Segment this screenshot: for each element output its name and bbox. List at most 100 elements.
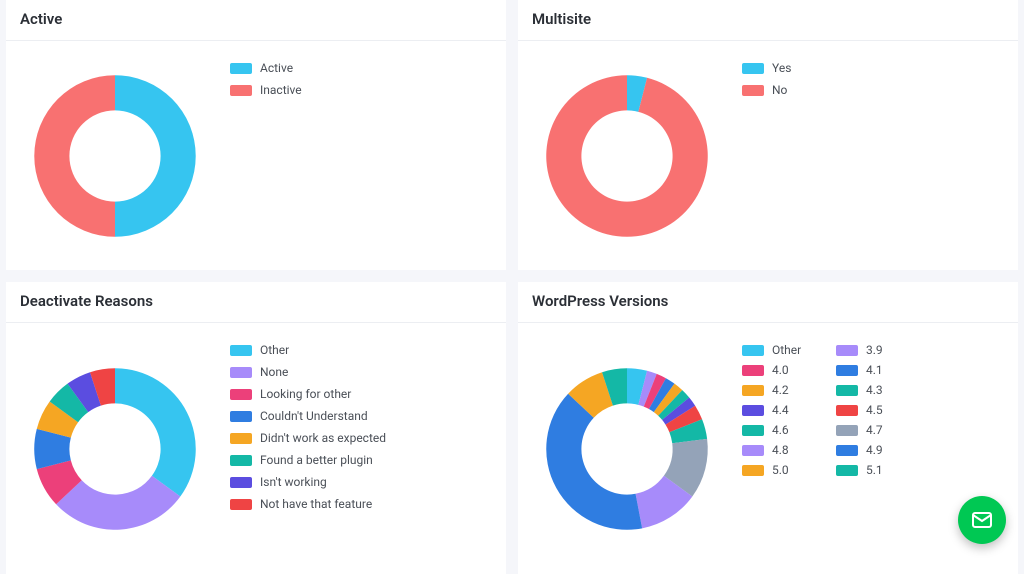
dashboard-grid: Active ActiveInactive Multisite YesNo De… [0, 0, 1024, 574]
legend-item[interactable]: 4.9 [836, 441, 916, 459]
legend-label: Inactive [260, 81, 302, 99]
donut-slice[interactable] [546, 75, 708, 236]
legend-swatch [230, 367, 252, 378]
legend-swatch [230, 411, 252, 422]
donut-slice[interactable] [115, 75, 196, 237]
legend-label: Yes [772, 59, 791, 77]
legend-item[interactable]: 4.5 [836, 401, 916, 419]
legend-active: Active Inactive [230, 59, 302, 99]
card-active: Active Active Inactive [6, 0, 506, 270]
legend-item[interactable]: 3.9 [836, 341, 916, 359]
legend-swatch [230, 63, 252, 74]
legend-label: 4.4 [772, 401, 789, 419]
card-deactivate: Deactivate Reasons Other None Looking for … [6, 282, 506, 574]
legend-deactivate: Other None Looking for other Couldn't Under… [230, 341, 386, 513]
legend-label: Other [772, 341, 801, 359]
legend-swatch [836, 425, 858, 436]
legend-label: Isn't working [260, 473, 327, 491]
legend-swatch [742, 465, 764, 476]
legend-swatch [836, 465, 858, 476]
legend-item[interactable]: 4.0 [742, 361, 822, 379]
card-body: Other None Looking for other Couldn't Under… [6, 323, 506, 574]
donut-multisite [532, 61, 722, 251]
legend-item[interactable]: Didn't work as expected [230, 429, 386, 447]
legend-label: Looking for other [260, 385, 351, 403]
card-versions: WordPress Versions Other 3.9 4.0 4.1 4.2 4.3 4… [518, 282, 1018, 574]
legend-swatch [230, 455, 252, 466]
card-title: WordPress Versions [518, 282, 1018, 323]
legend-swatch [742, 405, 764, 416]
legend-label: 4.0 [772, 361, 789, 379]
card-body: Active Inactive [6, 41, 506, 270]
legend-item[interactable]: Not have that feature [230, 495, 386, 513]
legend-label: 4.9 [866, 441, 883, 459]
legend-item[interactable]: Looking for other [230, 385, 386, 403]
card-body: Yes No [518, 41, 1018, 270]
legend-swatch [742, 85, 764, 96]
legend-swatch [836, 405, 858, 416]
legend-swatch [836, 385, 858, 396]
legend-item[interactable]: 4.3 [836, 381, 916, 399]
legend-swatch [230, 389, 252, 400]
legend-label: 5.0 [772, 461, 789, 479]
legend-label: None [260, 363, 288, 381]
legend-item[interactable]: 4.6 [742, 421, 822, 439]
legend-item[interactable]: Active [230, 59, 302, 77]
legend-item[interactable]: Inactive [230, 81, 302, 99]
legend-swatch [742, 425, 764, 436]
legend-label: 4.7 [866, 421, 883, 439]
legend-swatch [742, 63, 764, 74]
legend-item[interactable]: 5.0 [742, 461, 822, 479]
legend-label: 4.2 [772, 381, 789, 399]
legend-multisite: Yes No [742, 59, 791, 99]
card-body: Other 3.9 4.0 4.1 4.2 4.3 4.4 4.5 4.6 4.7 4.8 4.9 5.… [518, 323, 1018, 574]
legend-item[interactable]: Found a better plugin [230, 451, 386, 469]
legend-label: 4.5 [866, 401, 883, 419]
chat-button[interactable] [958, 496, 1006, 544]
legend-item[interactable]: Other [742, 341, 822, 359]
legend-item[interactable]: 4.4 [742, 401, 822, 419]
legend-item[interactable]: 4.7 [836, 421, 916, 439]
donut-slice[interactable] [115, 368, 196, 496]
legend-label: Other [260, 341, 289, 359]
legend-swatch [742, 445, 764, 456]
legend-swatch [230, 345, 252, 356]
legend-label: 4.3 [866, 381, 883, 399]
legend-label: Found a better plugin [260, 451, 373, 469]
card-multisite: Multisite YesNo [518, 0, 1018, 270]
legend-item[interactable]: 4.2 [742, 381, 822, 399]
donut-deactivate [20, 354, 210, 544]
legend-label: Didn't work as expected [260, 429, 386, 447]
legend-item[interactable]: 4.8 [742, 441, 822, 459]
legend-swatch [836, 365, 858, 376]
legend-label: 3.9 [866, 341, 883, 359]
legend-swatch [836, 445, 858, 456]
legend-label: 4.1 [866, 361, 883, 379]
legend-swatch [836, 345, 858, 356]
legend-label: Couldn't Understand [260, 407, 368, 425]
legend-label: Not have that feature [260, 495, 372, 513]
legend-item[interactable]: Isn't working [230, 473, 386, 491]
legend-swatch [230, 499, 252, 510]
legend-item[interactable]: 5.1 [836, 461, 916, 479]
donut-slice[interactable] [34, 75, 115, 237]
legend-item[interactable]: 4.1 [836, 361, 916, 379]
legend-label: 4.8 [772, 441, 789, 459]
legend-swatch [230, 477, 252, 488]
legend-swatch [230, 85, 252, 96]
card-title: Deactivate Reasons [6, 282, 506, 323]
card-title: Active [6, 0, 506, 41]
donut-versions [532, 354, 722, 544]
legend-swatch [230, 433, 252, 444]
legend-item[interactable]: None [230, 363, 386, 381]
legend-swatch [742, 345, 764, 356]
legend-label: 4.6 [772, 421, 789, 439]
legend-item[interactable]: Yes [742, 59, 791, 77]
legend-label: 5.1 [866, 461, 883, 479]
legend-item[interactable]: Other [230, 341, 386, 359]
legend-swatch [742, 385, 764, 396]
legend-item[interactable]: Couldn't Understand [230, 407, 386, 425]
donut-active [20, 61, 210, 251]
legend-item[interactable]: No [742, 81, 791, 99]
legend-label: Active [260, 59, 293, 77]
